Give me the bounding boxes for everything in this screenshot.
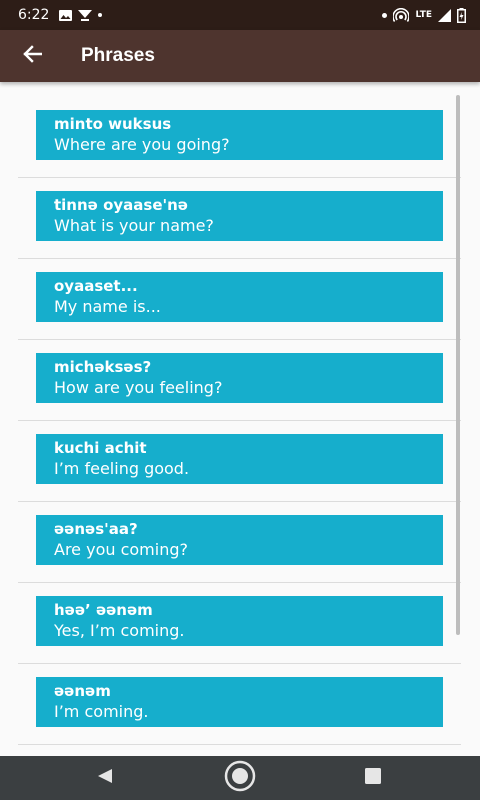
list-item: əənəs'aa? Are you coming? — [18, 502, 461, 583]
status-time: 6:22 — [18, 7, 50, 23]
hotspot-icon — [393, 8, 410, 22]
list-item: kuchi achit I’m feeling good. — [18, 421, 461, 502]
phrase-card[interactable]: oyaaset... My name is... — [36, 272, 443, 322]
list-item: həə’ əənəm Yes, I’m coming. — [18, 583, 461, 664]
dot-icon — [98, 13, 103, 17]
scrollbar[interactable] — [456, 95, 460, 635]
phrase-native-text: əənəs'aa? — [54, 520, 138, 538]
phrase-card[interactable]: tinnə oyaase'nə What is your name? — [36, 191, 443, 241]
list-item: minto wuksus Where are you going? — [18, 97, 461, 178]
nav-bar — [0, 756, 480, 800]
list-item: əənəm I’m coming. — [18, 664, 461, 745]
recents-square-icon — [365, 768, 381, 788]
download-icon — [78, 9, 93, 21]
nav-recents-button[interactable] — [343, 756, 403, 800]
phrase-english-text: I’m feeling good. — [54, 459, 190, 478]
phrase-english-text: What is your name? — [54, 216, 214, 235]
signal-icon — [438, 8, 451, 22]
status-left-icons — [59, 9, 103, 21]
list-item: tinnə oyaase'nə What is your name? — [18, 178, 461, 259]
phrase-card[interactable]: minto wuksus Where are you going? — [36, 110, 443, 160]
arrow-back-icon — [22, 44, 43, 68]
phrase-native-text: tinnə oyaase'nə — [54, 196, 188, 214]
phrase-native-text: kuchi achit — [54, 439, 147, 457]
battery-icon — [457, 7, 466, 23]
phrase-native-text: oyaaset... — [54, 277, 138, 295]
phrase-card[interactable]: əənəs'aa? Are you coming? — [36, 515, 443, 565]
phrase-english-text: How are you feeling? — [54, 378, 223, 397]
phrase-list: minto wuksus Where are you going? tinnə … — [18, 97, 461, 745]
phrase-english-text: I’m coming. — [54, 702, 149, 721]
phrase-english-text: Yes, I’m coming. — [54, 621, 185, 640]
phrase-list-container[interactable]: minto wuksus Where are you going? tinnə … — [0, 82, 480, 756]
phrase-card[interactable]: kuchi achit I’m feeling good. — [36, 434, 443, 484]
phrase-native-text: əənəm — [54, 682, 111, 700]
nav-home-button[interactable] — [210, 756, 270, 800]
status-right-icons: LTE — [382, 7, 466, 23]
back-triangle-icon — [97, 768, 113, 788]
phrase-native-text: həə’ əənəm — [54, 601, 153, 619]
phrase-card[interactable]: əənəm I’m coming. — [36, 677, 443, 727]
phrase-english-text: Are you coming? — [54, 540, 188, 559]
app-bar: Phrases — [0, 30, 480, 82]
status-bar: 6:22 LTE — [0, 0, 480, 30]
lte-icon: LTE — [415, 9, 432, 20]
back-button[interactable] — [16, 40, 48, 72]
image-icon — [59, 9, 73, 21]
phrase-card[interactable]: həə’ əənəm Yes, I’m coming. — [36, 596, 443, 646]
phrase-card[interactable]: michəksəs? How are you feeling? — [36, 353, 443, 403]
dot-icon — [382, 12, 388, 18]
nav-back-button[interactable] — [75, 756, 135, 800]
phrase-english-text: My name is... — [54, 297, 161, 316]
phrase-native-text: minto wuksus — [54, 115, 172, 133]
phrase-native-text: michəksəs? — [54, 358, 152, 376]
phrase-english-text: Where are you going? — [54, 135, 230, 154]
home-circle-icon — [224, 760, 256, 796]
list-item: michəksəs? How are you feeling? — [18, 340, 461, 421]
page-title: Phrases — [81, 45, 155, 66]
list-item: oyaaset... My name is... — [18, 259, 461, 340]
